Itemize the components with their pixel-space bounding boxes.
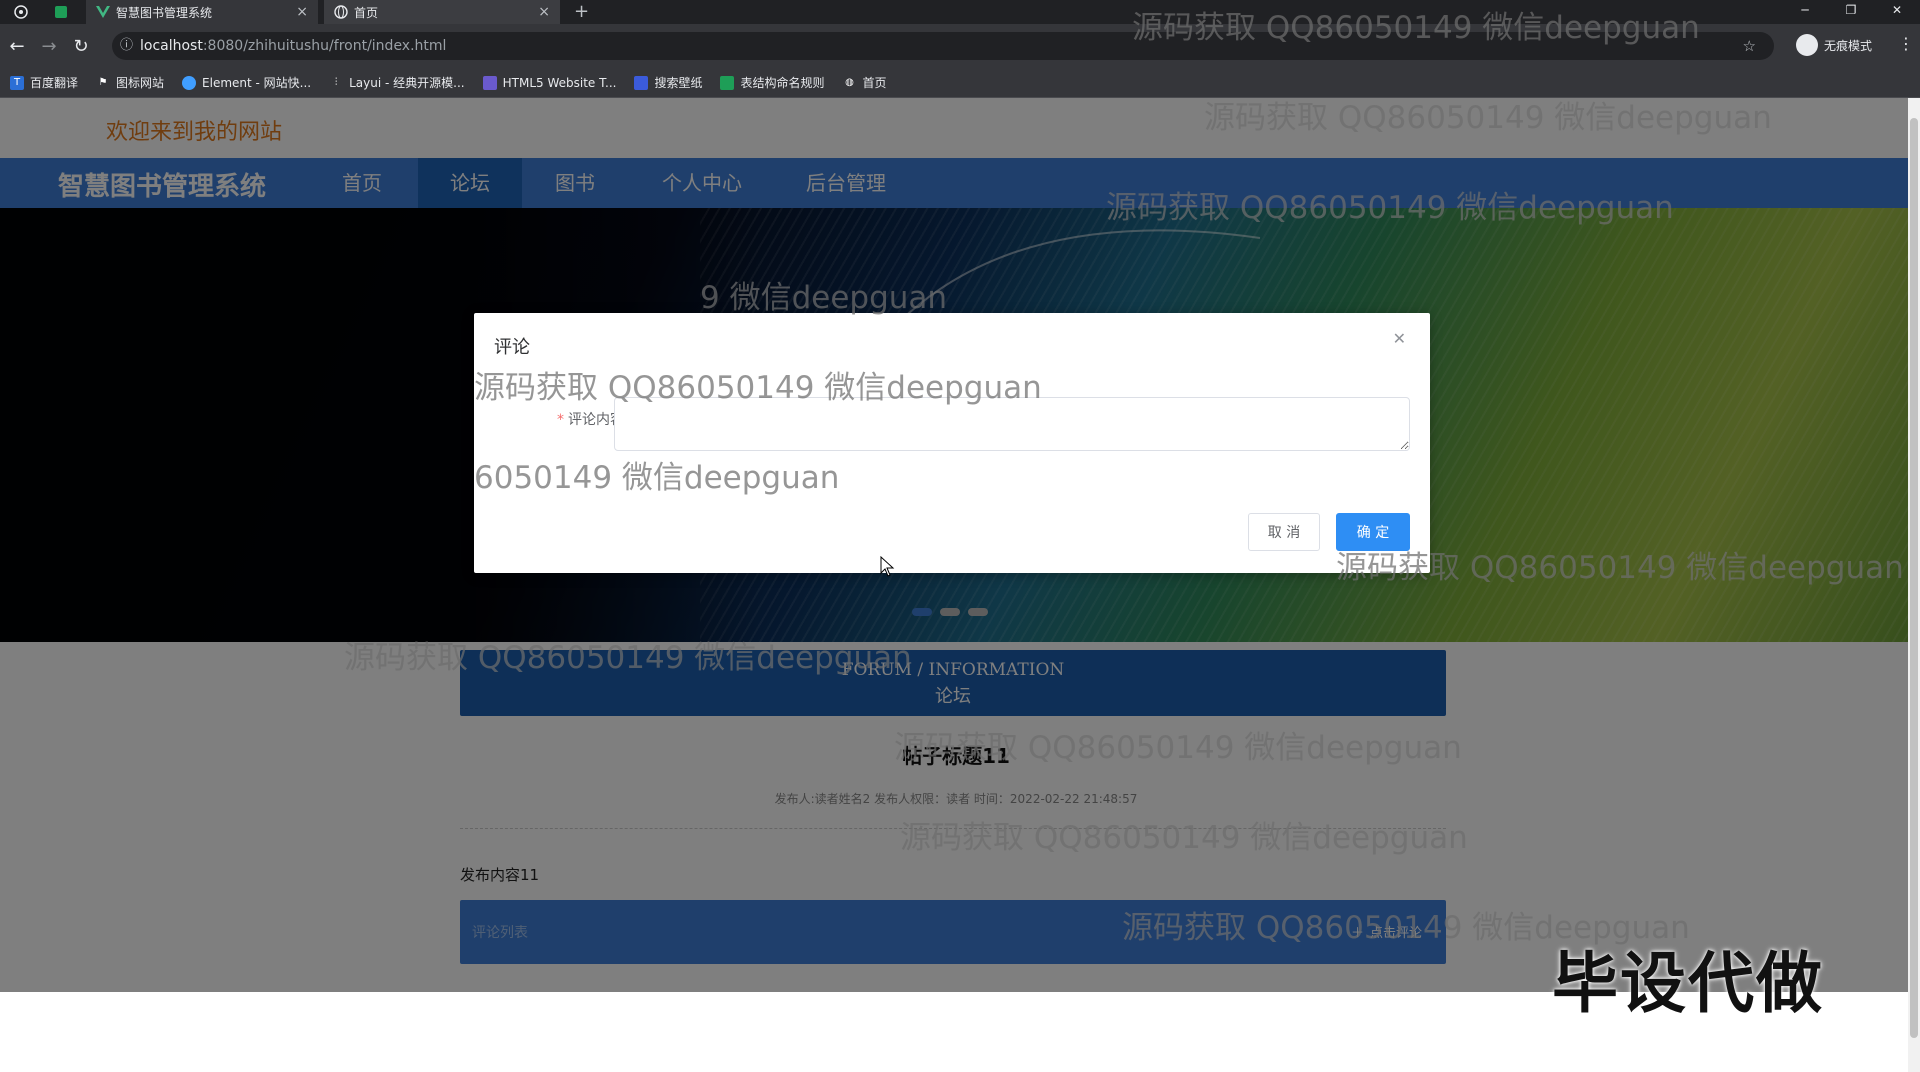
back-icon[interactable]: ←	[6, 36, 28, 58]
chrome-menu-icon[interactable]	[12, 3, 30, 21]
pinned-tab-icon[interactable]	[52, 3, 70, 21]
cancel-button[interactable]: 取 消	[1248, 513, 1320, 551]
address-bar: ← → ↻ ⓘ localhost:8080/zhihuitushu/front…	[0, 24, 1920, 68]
bookmark-label: 百度翻译	[30, 76, 79, 90]
forward-icon[interactable]: →	[38, 36, 60, 58]
corner-watermark: 毕设代做	[1552, 945, 1824, 1022]
bookmark-label: 图标网站	[116, 76, 165, 90]
browser-menu-icon[interactable]: ⋮	[1898, 34, 1914, 53]
close-window-button[interactable]: ✕	[1874, 0, 1920, 24]
sheet-icon	[720, 75, 735, 90]
tab-close-icon[interactable]: ×	[538, 4, 550, 20]
globe-icon: ◍	[845, 76, 854, 88]
bookmarks-bar: T 百度翻译 ⚑ 图标网站 Element - 网站快... ⫶ Layui - 经典…	[0, 68, 1920, 98]
tab-library-system[interactable]: 智慧图书管理系统 ×	[86, 0, 318, 24]
bookmark-label: Layui - 经典开源模...	[349, 76, 465, 90]
bookmark-label: HTML5 Website T...	[502, 75, 617, 90]
required-mark: *	[557, 412, 564, 428]
bookmark-label: Element - 网站快...	[202, 76, 312, 90]
element-icon	[182, 75, 197, 90]
bookmark-label: 表结构命名规则	[740, 76, 825, 90]
globe-icon	[334, 5, 348, 19]
bookmark-baidu-translate[interactable]: T 百度翻译	[10, 74, 78, 91]
browser-tab-bar: 智慧图书管理系统 × 首页 × + ─ ❐ ✕	[0, 0, 1920, 24]
bookmark-element[interactable]: Element - 网站快...	[182, 74, 311, 91]
flag-icon: ⚑	[98, 76, 108, 88]
bookmark-home[interactable]: ◍ 首页	[842, 74, 886, 91]
bookmark-label: 搜索壁纸	[654, 76, 703, 90]
scrollbar-thumb[interactable]	[1910, 118, 1918, 1038]
incognito-icon	[1796, 34, 1818, 56]
bookmark-label: 首页	[862, 76, 887, 90]
wallpaper-icon	[634, 75, 649, 90]
url-field[interactable]: ⓘ localhost:8080/zhihuitushu/front/index…	[112, 32, 1774, 60]
url-path: :8080/zhihuitushu/front/index.html	[202, 38, 447, 54]
bookmark-html5[interactable]: HTML5 Website T...	[482, 75, 617, 90]
new-tab-button[interactable]: +	[574, 1, 589, 22]
incognito-indicator[interactable]: 无痕模式	[1796, 34, 1872, 56]
tab-close-icon[interactable]: ×	[296, 4, 308, 20]
dialog-title: 评论	[494, 337, 530, 358]
tab-label: 首页	[354, 5, 379, 20]
bookmark-table-naming[interactable]: 表结构命名规则	[720, 74, 824, 91]
page-scrollbar[interactable]	[1908, 98, 1920, 1072]
site-info-icon[interactable]: ⓘ	[120, 32, 133, 60]
tab-label: 智慧图书管理系统	[116, 5, 213, 20]
web-page: 欢迎来到我的网站 智慧图书管理系统 首页 论坛 图书 个人中心 后台管理 FOR…	[0, 98, 1908, 1072]
confirm-button[interactable]: 确 定	[1336, 513, 1410, 551]
incognito-label: 无痕模式	[1824, 38, 1873, 53]
bookmark-layui[interactable]: ⫶ Layui - 经典开源模...	[329, 74, 465, 91]
comment-content-textarea[interactable]	[614, 397, 1410, 451]
layui-icon: ⫶	[334, 76, 338, 88]
baidu-translate-icon: T	[10, 75, 24, 90]
url-host: localhost	[140, 38, 203, 54]
tab-home[interactable]: 首页 ×	[324, 0, 560, 24]
restore-button[interactable]: ❐	[1828, 0, 1874, 24]
reload-icon[interactable]: ↻	[70, 36, 92, 58]
comment-field-label: * 评论内容	[534, 409, 624, 429]
html5-icon	[482, 75, 497, 90]
bookmark-icon-site[interactable]: ⚑ 图标网站	[96, 74, 165, 91]
minimize-button[interactable]: ─	[1782, 0, 1828, 24]
comment-dialog: 评论 ✕ * 评论内容 取 消 确 定	[474, 313, 1430, 573]
vue-icon	[96, 6, 110, 18]
bookmark-star-icon[interactable]: ☆	[1743, 32, 1756, 60]
window-controls: ─ ❐ ✕	[1782, 0, 1920, 24]
close-icon[interactable]: ✕	[1393, 329, 1406, 348]
bookmark-wallpaper[interactable]: 搜索壁纸	[634, 74, 702, 91]
mouse-cursor-icon	[880, 556, 895, 577]
